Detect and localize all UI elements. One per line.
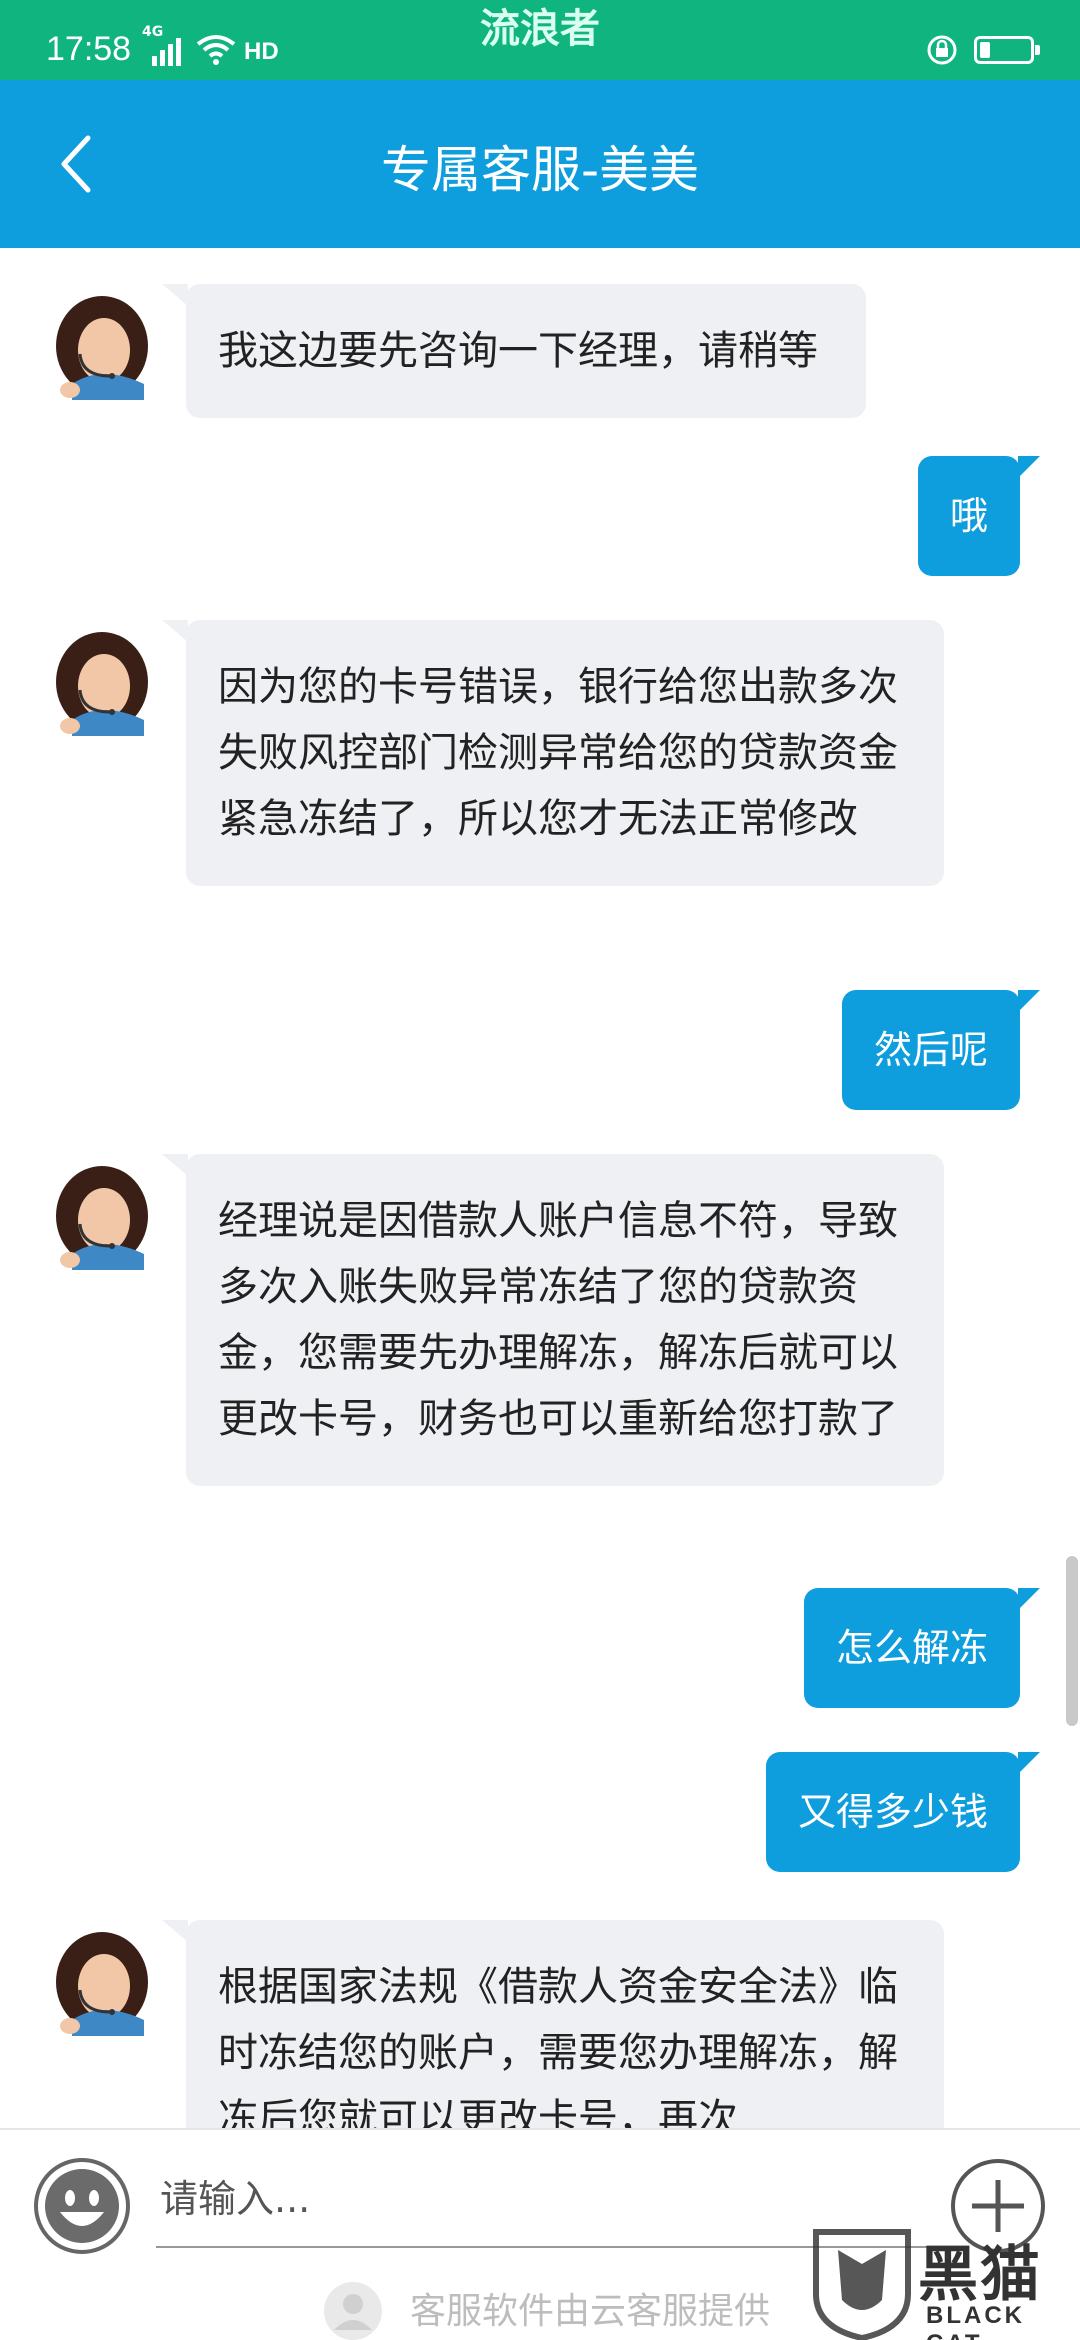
chat-scrollbar[interactable] bbox=[1066, 1556, 1078, 1726]
agent-message-bubble: 经理说是因借款人账户信息不符，导致多次入账失败异常冻结了您的贷款资金，您需要先办… bbox=[162, 1154, 944, 1486]
top-watermark: 流浪者 bbox=[480, 6, 600, 52]
status-right bbox=[926, 34, 1040, 66]
agent-message-bubble: 根据国家法规《借款人资金安全法》临时冻结您的账户，需要您办理解冻，解冻后您就可以… bbox=[162, 1920, 944, 2128]
battery-icon bbox=[974, 36, 1040, 64]
cloud-service-logo-icon bbox=[324, 2282, 382, 2340]
user-message-bubble: 怎么解冻 bbox=[803, 1588, 1041, 1708]
agent-avatar bbox=[56, 632, 148, 736]
agent-message-bubble: 因为您的卡号错误，银行给您出款多次失败风控部门检测异常给您的贷款资金紧急冻结了，… bbox=[162, 620, 944, 886]
emoji-icon[interactable] bbox=[32, 2156, 132, 2256]
user-message-bubble: 哦 bbox=[917, 456, 1041, 576]
footer-text: 客服软件由云客服提供 bbox=[410, 2291, 771, 2332]
agent-avatar bbox=[56, 296, 148, 400]
agent-message-bubble: 我这边要先咨询一下经理，请稍等 bbox=[162, 284, 866, 418]
chat-message-list[interactable]: 我这边要先咨询一下经理，请稍等 哦 因为您的卡号错误，银行给您出款多次失败风控部… bbox=[0, 248, 1080, 2128]
watermark-name: 黑猫 bbox=[918, 2240, 1042, 2310]
status-bar: 17:58 4G HD 流浪者 bbox=[0, 0, 1080, 80]
chat-header: 专属客服-美美 bbox=[0, 80, 1080, 248]
page-title: 专属客服-美美 bbox=[380, 141, 700, 199]
user-message-bubble: 然后呢 bbox=[841, 990, 1041, 1110]
watermark-sub: BLACK CAT bbox=[926, 2302, 1025, 2340]
agent-avatar bbox=[56, 1932, 148, 2036]
user-message-bubble: 又得多少钱 bbox=[765, 1752, 1041, 1872]
rotation-lock-icon bbox=[927, 35, 957, 65]
agent-avatar bbox=[56, 1166, 148, 1270]
